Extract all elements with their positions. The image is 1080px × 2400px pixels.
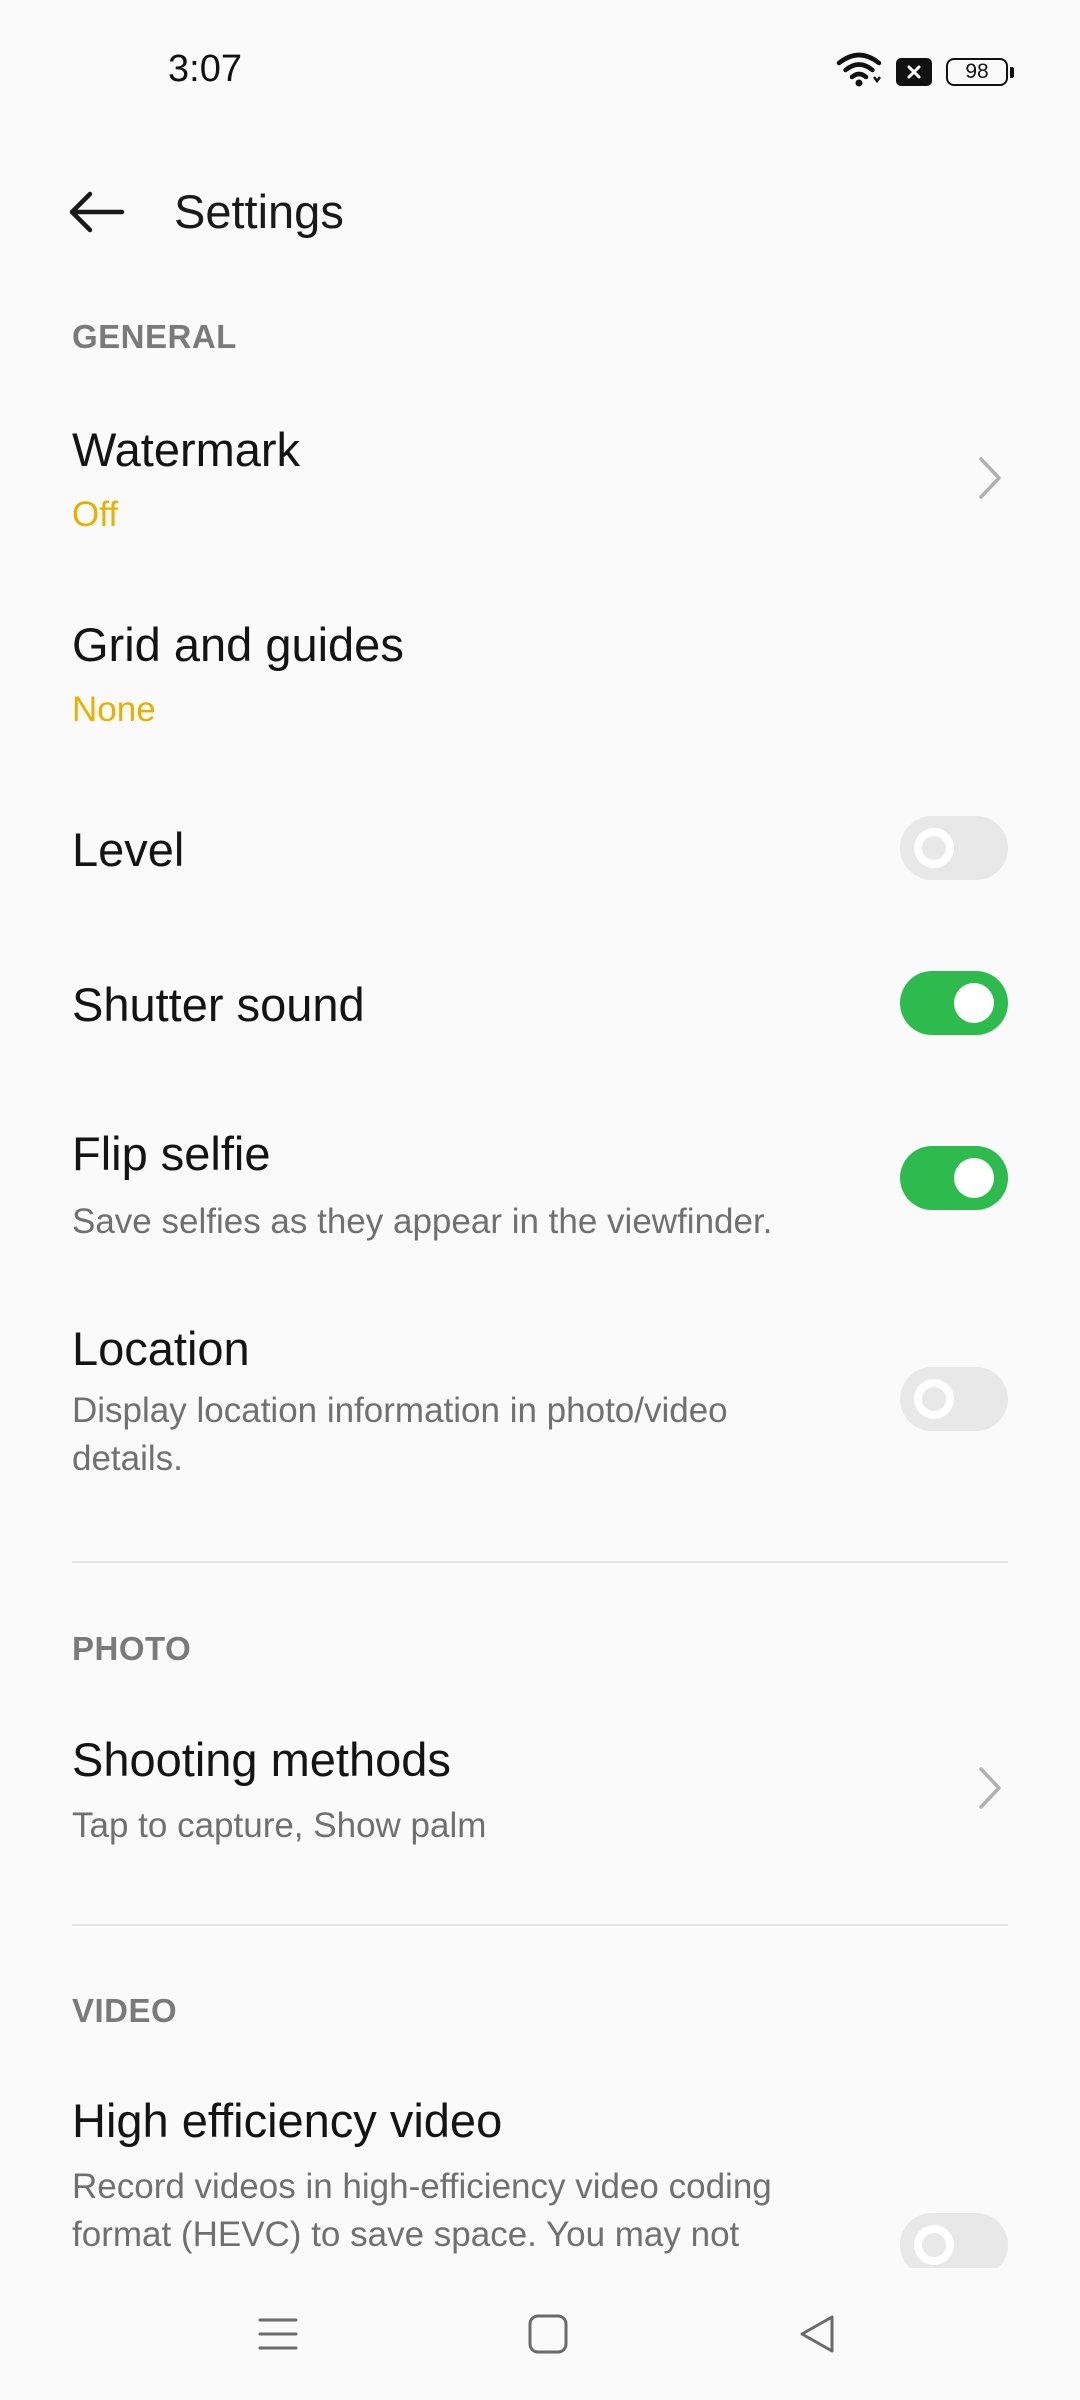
setting-description: Display location information in photo/vi… xyxy=(72,1391,728,1478)
back-nav-button[interactable] xyxy=(788,2306,848,2366)
setting-title: Location xyxy=(72,1322,250,1375)
setting-value: None xyxy=(72,690,156,729)
setting-location[interactable]: Location Display location information in… xyxy=(0,1315,1080,1495)
setting-value: Off xyxy=(72,495,119,534)
setting-high-efficiency-video[interactable]: High efficiency video Record videos in h… xyxy=(0,2085,1080,2268)
flip-selfie-toggle[interactable] xyxy=(900,1146,1008,1210)
home-button[interactable] xyxy=(518,2306,578,2366)
setting-flip-selfie[interactable]: Flip selfie Save selfies as they appear … xyxy=(0,1120,1080,1270)
setting-description: Save selfies as they appear in the viewf… xyxy=(72,1202,773,1241)
navigation-bar xyxy=(0,2268,1080,2400)
location-toggle[interactable] xyxy=(900,1367,1008,1431)
battery-icon: 98 xyxy=(946,58,1014,86)
setting-title: Level xyxy=(72,823,185,876)
setting-shooting-methods[interactable]: Shooting methods Tap to capture, Show pa… xyxy=(0,1720,1080,1870)
setting-value: Tap to capture, Show palm xyxy=(72,1806,487,1845)
setting-title: High efficiency video xyxy=(72,2094,503,2147)
section-header-video: VIDEO xyxy=(72,1992,178,2029)
status-time: 3:07 xyxy=(168,48,242,90)
toggle-knob xyxy=(914,2225,954,2265)
home-icon xyxy=(528,2314,568,2359)
chevron-right-icon xyxy=(972,454,1008,502)
status-bar: 3:07 98 xyxy=(0,0,1080,140)
chevron-right-icon xyxy=(972,1764,1008,1812)
toggle-knob xyxy=(954,983,994,1023)
section-divider xyxy=(72,1924,1008,1926)
setting-grid-and-guides[interactable]: Grid and guides None xyxy=(0,605,1080,755)
wifi-icon xyxy=(836,51,882,94)
battery-level: 98 xyxy=(965,60,989,83)
setting-title: Watermark xyxy=(72,423,301,476)
setting-watermark[interactable]: Watermark Off xyxy=(0,410,1080,560)
menu-icon xyxy=(258,2314,298,2359)
arrow-left-icon xyxy=(66,190,126,239)
level-toggle[interactable] xyxy=(900,816,1008,880)
high-efficiency-video-toggle[interactable] xyxy=(900,2213,1008,2268)
recent-apps-button[interactable] xyxy=(248,2306,308,2366)
section-header-photo: PHOTO xyxy=(72,1630,192,1667)
setting-level[interactable]: Level xyxy=(0,800,1080,900)
status-icons: 98 xyxy=(836,50,1014,94)
section-header-general: GENERAL xyxy=(72,318,237,355)
toggle-knob xyxy=(954,1158,994,1198)
toggle-knob xyxy=(914,828,954,868)
notification-x-icon xyxy=(896,58,932,86)
page-title: Settings xyxy=(174,185,344,238)
setting-description: Record videos in high-efficiency video c… xyxy=(72,2167,772,2254)
setting-title: Shutter sound xyxy=(72,978,365,1031)
setting-title: Flip selfie xyxy=(72,1127,271,1180)
section-divider xyxy=(72,1561,1008,1563)
back-button[interactable] xyxy=(56,184,136,244)
app-header: Settings xyxy=(0,160,1080,265)
setting-title: Shooting methods xyxy=(72,1733,451,1786)
shutter-sound-toggle[interactable] xyxy=(900,971,1008,1035)
toggle-knob xyxy=(914,1379,954,1419)
setting-title: Grid and guides xyxy=(72,618,404,671)
setting-shutter-sound[interactable]: Shutter sound xyxy=(0,955,1080,1055)
back-triangle-icon xyxy=(798,2314,838,2359)
